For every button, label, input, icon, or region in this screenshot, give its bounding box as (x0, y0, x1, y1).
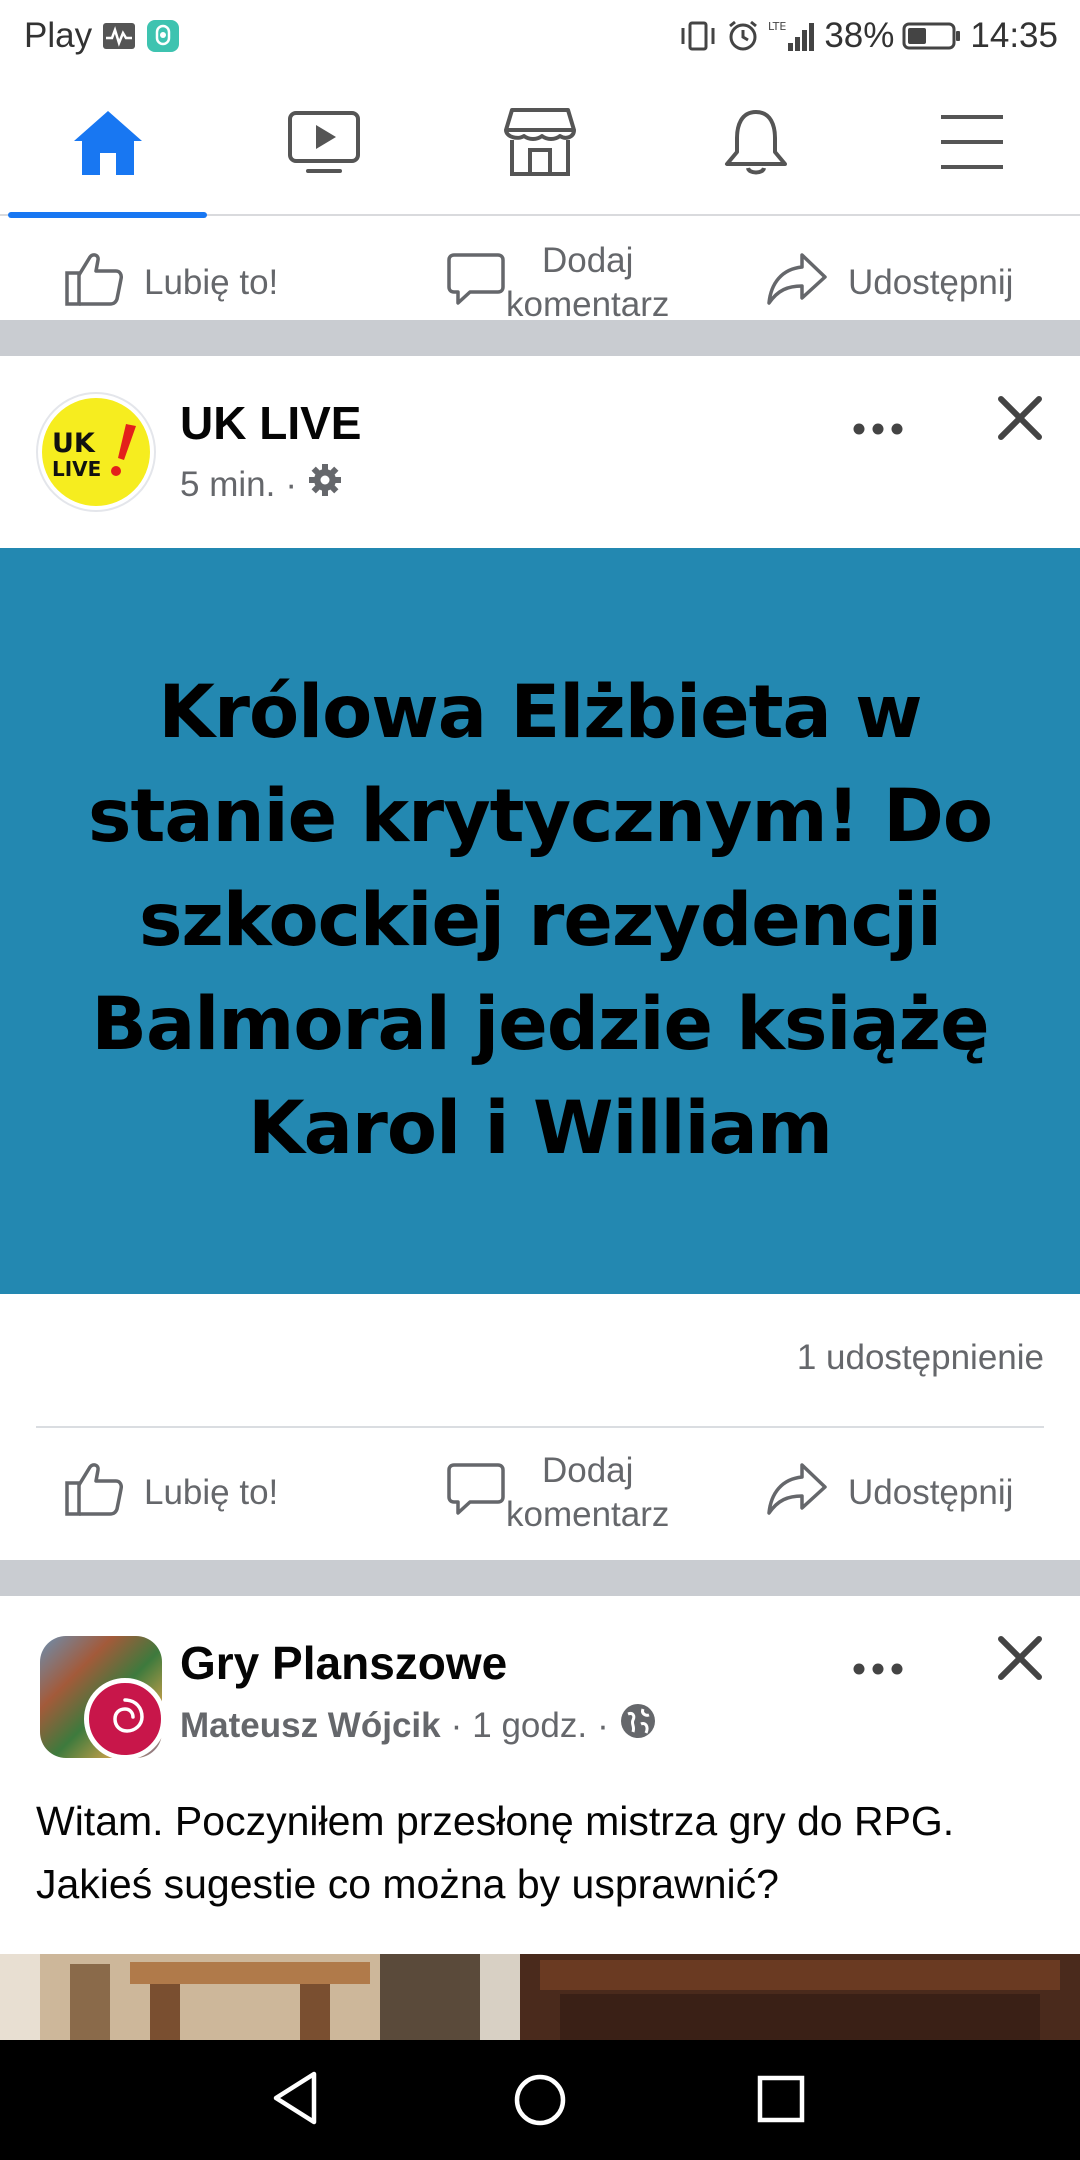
post-time[interactable]: 1 godz. (472, 1706, 587, 1746)
marketplace-icon (502, 106, 578, 183)
page-name[interactable]: UK LIVE (180, 396, 361, 450)
home-button[interactable] (512, 2072, 568, 2133)
thumbs-up-icon (64, 1461, 124, 1526)
battery-percent: 38% (824, 16, 895, 55)
recents-button[interactable] (756, 2074, 806, 2129)
like-label: Lubię to! (144, 1473, 279, 1512)
settings-gear-icon (307, 462, 343, 507)
system-navigation-bar (0, 2040, 1080, 2160)
top-nav-bar (0, 72, 1080, 218)
more-options-button[interactable] (852, 404, 904, 436)
comment-icon (446, 251, 506, 316)
meta-separator: · (597, 1705, 609, 1745)
nav-tab-notifications[interactable] (648, 72, 864, 216)
close-icon (996, 1636, 1044, 1686)
activity-icon (102, 22, 136, 50)
carrier-name: Play (24, 16, 93, 55)
like-label: Lubię to! (144, 263, 279, 302)
nav-tab-watch[interactable] (216, 72, 432, 216)
recents-icon (756, 2075, 806, 2128)
hide-post-button[interactable] (996, 1634, 1046, 1684)
lte-signal-icon: LTE (768, 19, 816, 53)
banner-headline: Królowa Elżbieta w stanie krytycznym! Do… (88, 670, 993, 1171)
avatar-text-uk: UK (52, 428, 96, 459)
share-label: Udostępnij (848, 1473, 1014, 1512)
watch-icon (286, 107, 362, 182)
meta-separator: · (285, 464, 297, 504)
post-body-text: Witam. Poczyniłem przesłonę mistrza gry … (36, 1798, 955, 1907)
comment-button[interactable]: Dodaj komentarz (446, 1428, 669, 1558)
hide-post-button[interactable] (996, 394, 1046, 444)
share-count[interactable]: 1 udostępnienie (797, 1338, 1044, 1378)
comment-label-line1: Dodaj (541, 241, 634, 280)
post-separator (0, 1560, 1080, 1596)
more-options-button[interactable] (852, 1644, 904, 1676)
page-avatar[interactable]: UK LIVE (36, 392, 156, 512)
home-icon (70, 107, 146, 182)
group-name[interactable]: Gry Planszowe (180, 1636, 507, 1690)
meta-separator: · (450, 1705, 463, 1745)
comment-icon (446, 1461, 506, 1526)
post-header-gry-planszowe: Gry Planszowe Mateusz Wójcik · 1 godz. · (0, 1596, 1080, 1790)
post-image-banner[interactable]: Królowa Elżbieta w stanie krytycznym! Do… (0, 548, 1080, 1294)
thumbs-up-icon (64, 251, 124, 316)
post-header-uk-live: UK LIVE UK LIVE 5 min. · (0, 356, 1080, 548)
notifications-icon (721, 106, 791, 183)
alarm-icon (726, 19, 760, 53)
back-icon (270, 2071, 320, 2130)
post-time[interactable]: 5 min. (180, 465, 275, 505)
share-icon (766, 251, 828, 316)
comment-label-line2: komentarz (506, 1495, 670, 1534)
svg-text:LTE: LTE (768, 20, 786, 33)
vibrate-icon (678, 20, 718, 52)
author-avatar[interactable] (84, 1678, 166, 1760)
app-notification-icon (146, 19, 180, 53)
share-button[interactable]: Udostępnij (766, 1428, 1013, 1558)
status-bar: Play LTE 38% 14:35 (0, 0, 1080, 72)
menu-icon (939, 113, 1005, 176)
post-stats: 1 udostępnienie (0, 1294, 1080, 1426)
nav-tab-menu[interactable] (864, 72, 1080, 216)
globe-icon (619, 1702, 657, 1749)
post-meta: 5 min. · (180, 462, 343, 507)
battery-icon (902, 21, 962, 51)
comment-label-line1: Dodaj (541, 1451, 634, 1490)
nav-tab-marketplace[interactable] (432, 72, 648, 216)
back-button[interactable] (270, 2070, 320, 2131)
like-button[interactable]: Lubię to! (64, 1428, 278, 1558)
clock: 14:35 (970, 16, 1058, 55)
close-icon (996, 396, 1044, 446)
post-meta: Mateusz Wójcik · 1 godz. · (180, 1702, 657, 1749)
post-separator (0, 320, 1080, 356)
share-label: Udostępnij (848, 263, 1014, 302)
swirl-logo-icon (100, 1692, 150, 1747)
post-actions-uk-live: Lubię to! Dodaj komentarz Udostępnij (0, 1428, 1080, 1558)
post-photo[interactable] (0, 1954, 1080, 2042)
home-circle-icon (512, 2074, 568, 2132)
share-icon (766, 1461, 828, 1526)
avatar-text-live: LIVE (52, 457, 101, 481)
author-name[interactable]: Mateusz Wójcik (180, 1706, 441, 1746)
nav-tab-home[interactable] (0, 72, 216, 218)
